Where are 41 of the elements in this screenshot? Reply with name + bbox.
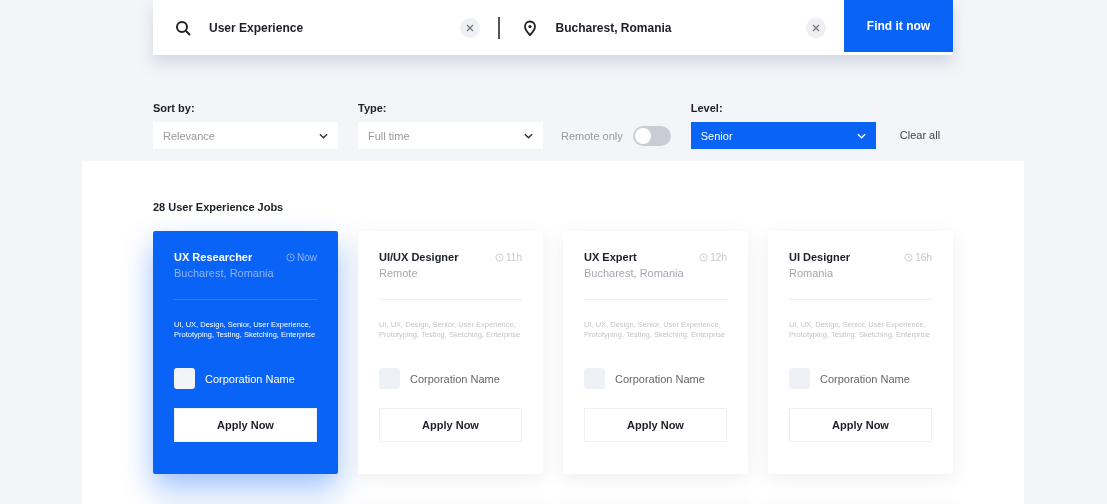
chevron-icon — [856, 132, 866, 139]
company-name: Corporation Name — [205, 372, 295, 385]
search-icon — [175, 19, 191, 36]
job-location: Remote — [379, 267, 419, 279]
search-field[interactable]: User Experience — [209, 20, 442, 35]
remote-label: Remote only — [561, 129, 623, 142]
company-name: Corporation Name — [820, 372, 910, 385]
company-logo — [174, 368, 195, 389]
chevron-icon — [319, 132, 328, 139]
location-pin-icon — [521, 19, 538, 36]
apply-button[interactable]: Apply Now — [174, 408, 317, 442]
posted-time: Now — [286, 251, 317, 263]
job-location: Bucharest, Romania — [174, 267, 275, 279]
job-location: Romania — [789, 267, 835, 279]
apply-button[interactable]: Apply Now — [379, 408, 522, 442]
find-button[interactable]: Find it now — [844, 0, 953, 52]
chevron-icon — [524, 132, 533, 139]
clock-icon — [904, 252, 914, 262]
clock-icon — [286, 252, 295, 262]
company-name: Corporation Name — [615, 372, 705, 385]
level-dropdown[interactable]: Senior — [690, 122, 876, 149]
clear-all-link[interactable]: Clear all — [899, 122, 941, 149]
apply-button[interactable]: Apply Now — [789, 408, 932, 442]
job-title: UX Researcher — [174, 251, 253, 263]
remote-toggle[interactable] — [632, 125, 671, 146]
job-title: UI/UX Designer — [379, 251, 459, 263]
clock-icon — [699, 252, 709, 262]
filter-label: Level: — [690, 102, 724, 114]
posted-time: 11h — [495, 251, 522, 263]
location-field[interactable]: Bucharest, Romania — [555, 20, 788, 35]
company-name: Corporation Name — [410, 372, 500, 385]
filter-label: Type: — [358, 102, 388, 114]
job-location: Bucharest, Romania — [584, 267, 685, 279]
job-title: UX Expert — [584, 251, 637, 263]
results-title: 28 User Experience Jobs — [153, 201, 285, 215]
filter-label: Sort by: — [153, 102, 196, 114]
clear-icon[interactable] — [459, 17, 480, 38]
apply-button[interactable]: Apply Now — [584, 408, 727, 442]
job-title: UI Designer — [789, 251, 851, 263]
clear-icon[interactable] — [806, 17, 826, 38]
clock-icon — [495, 252, 505, 262]
